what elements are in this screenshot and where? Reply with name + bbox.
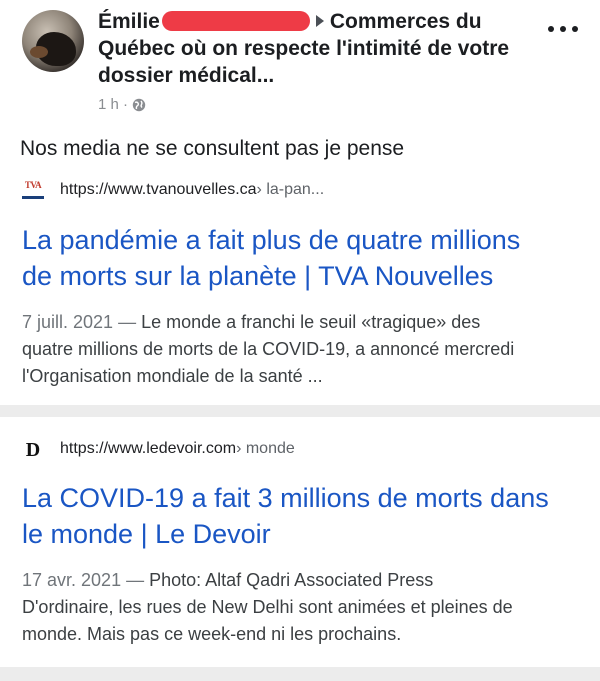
post-meta: 1 h · <box>98 96 146 113</box>
result-divider <box>0 667 600 681</box>
snippet-line: D'ordinaire, les rues de New Delhi sont … <box>22 597 513 617</box>
facebook-post: Émilie Commerces du Québec où on respecte… <box>0 0 600 681</box>
more-dot <box>548 26 554 32</box>
post-body-text: Nos media ne se consultent pas je pense <box>20 137 405 160</box>
author-avatar[interactable] <box>22 10 84 72</box>
result-title-line: La COVID-19 a fait 3 millions de morts d… <box>22 483 549 513</box>
more-options-icon[interactable] <box>548 22 578 36</box>
post-header: Émilie Commerces du Québec où on respecte… <box>0 0 600 120</box>
more-dot <box>572 26 578 32</box>
result-title-line: La pandémie a fait plus de quatre millio… <box>22 225 521 255</box>
post-title: Émilie Commerces du Québec où on respecte… <box>98 8 538 89</box>
result-date: 17 avr. 2021 — <box>22 570 145 590</box>
result-url-base: https://www.tvanouvelles.ca <box>60 180 257 198</box>
result-divider <box>0 405 600 417</box>
result-url-path: › la-pan... <box>256 180 325 198</box>
author-name[interactable]: Émilie <box>98 10 160 33</box>
snippet-line: Photo: Altaf Qadri Associated Press <box>144 570 434 590</box>
tva-favicon-icon: TVA <box>22 180 44 199</box>
result-url-path: › monde <box>236 440 295 457</box>
avatar-dog-snout <box>30 46 48 58</box>
result-title-link[interactable]: La COVID-19 a fait 3 millions de morts d… <box>22 480 582 552</box>
result-snippet: 17 avr. 2021 — Photo: Altaf Qadri Associ… <box>22 567 587 648</box>
snippet-line: monde. Mais pas ce week-end ni les proch… <box>22 624 402 644</box>
arrow-right-icon <box>315 15 324 27</box>
snippet-line: Le monde a franchi le seuil «tragique» d… <box>136 312 481 332</box>
post-time[interactable]: 1 h · <box>98 96 128 113</box>
globe-icon <box>132 98 146 111</box>
result-snippet: 7 juill. 2021 — Le monde a franchi le se… <box>22 309 587 390</box>
snippet-line: l'Organisation mondiale de la santé ... <box>22 366 323 386</box>
ledevoir-favicon-icon: D <box>25 439 41 461</box>
result-date: 7 juill. 2021 — <box>22 312 137 332</box>
redaction-mark <box>161 11 310 31</box>
result-title-link[interactable]: La pandémie a fait plus de quatre millio… <box>22 222 582 294</box>
snippet-line: quatre millions de morts de la COVID-19,… <box>22 339 515 359</box>
result-title-line: le monde | Le Devoir <box>22 519 271 549</box>
result-url[interactable]: D https://www.ledevoir.com › monde <box>22 439 295 461</box>
result-url-base: https://www.ledevoir.com <box>60 440 237 457</box>
more-dot <box>560 26 566 32</box>
result-url[interactable]: TVA https://www.tvanouvelles.ca › la-pan… <box>22 180 324 199</box>
result-title-line: de morts sur la planète | TVA Nouvelles <box>22 261 494 291</box>
